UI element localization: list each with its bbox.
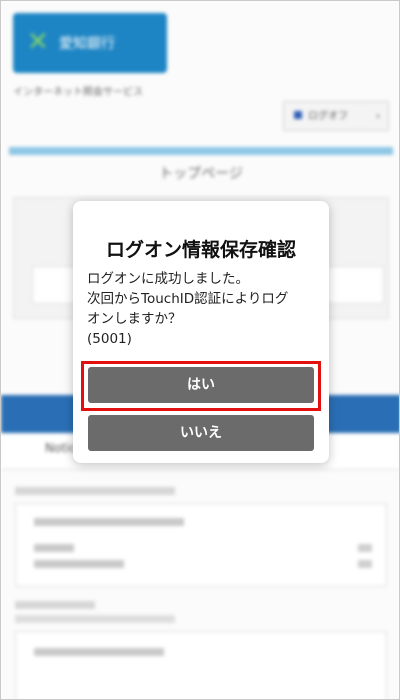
- card-value: [358, 544, 372, 552]
- service-name: インターネット照会サービス: [13, 87, 143, 98]
- section-label: [15, 487, 175, 495]
- logoff-icon: [294, 111, 302, 119]
- dialog-message-line: 次回からTouchID認証によりログ: [87, 291, 289, 307]
- yes-button[interactable]: はい: [88, 367, 314, 403]
- account-card: [15, 503, 387, 587]
- dialog-message: ログオンに成功しました。 次回からTouchID認証によりログ オンしますか？ …: [87, 269, 319, 349]
- page-title: トップページ: [159, 166, 243, 182]
- header-divider: [9, 147, 393, 155]
- section-label: [15, 615, 175, 623]
- card-line: [34, 648, 164, 656]
- logoff-label: ログオフ: [308, 111, 348, 122]
- dialog-message-code: (5001): [87, 331, 132, 347]
- card-line: [34, 560, 124, 568]
- logo-text: 愛知銀行: [59, 36, 115, 52]
- dialog-title: ログオン情報保存確認: [105, 239, 296, 261]
- dialog-message-line: ログオンに成功しました。: [87, 271, 249, 287]
- logo-mark-icon: ✕: [27, 27, 49, 57]
- card-value: [358, 560, 372, 568]
- no-button[interactable]: いいえ: [88, 415, 314, 451]
- account-card: [15, 631, 387, 699]
- logoff-button[interactable]: ログオフ ›: [283, 101, 389, 131]
- phone-screen: ✕ 愛知銀行 インターネット照会サービス ログオフ › トップページ Notic…: [0, 0, 400, 700]
- dialog-message-line: オンしますか？: [87, 311, 182, 327]
- card-line: [34, 518, 184, 526]
- section-label: [15, 601, 95, 609]
- card-line: [34, 544, 74, 552]
- bank-logo: ✕ 愛知銀行: [13, 13, 167, 73]
- chevron-right-icon: ›: [376, 111, 380, 122]
